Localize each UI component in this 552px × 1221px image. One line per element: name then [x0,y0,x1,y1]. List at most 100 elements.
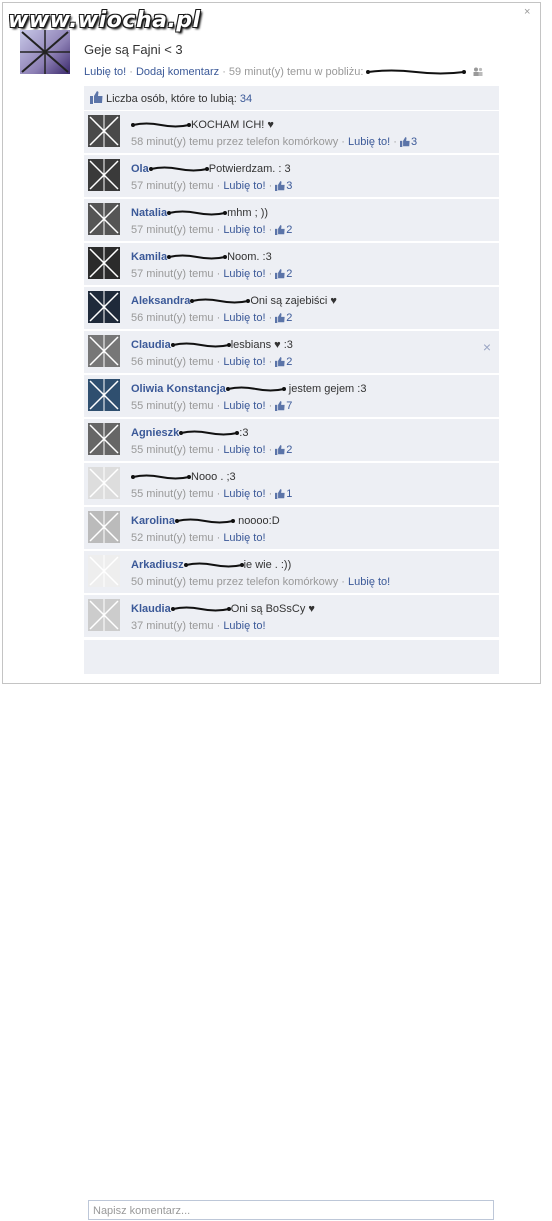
commenter-avatar[interactable] [88,115,120,147]
comment-like-link[interactable]: Lubię to! [223,312,265,324]
comment-author[interactable]: Kamila [131,251,167,263]
commenter-avatar[interactable] [88,555,120,587]
delete-comment-icon[interactable]: × [483,339,491,355]
commenter-avatar[interactable] [88,599,120,631]
comment-time: 37 minut(y) temu [131,620,214,632]
comment-row: Ola Potwierdzam. : 3 57 minut(y) temu · Lu… [84,155,499,198]
redaction-scribble [131,474,191,480]
comment-input-area: Napisz komentarz... [84,640,499,1220]
comment-row: Kamila Noom. :3 57 minut(y) temu · Lubię t… [84,243,499,286]
comment-author[interactable]: Oliwia Konstancja [131,383,226,395]
comment-text: noooo:D [235,515,280,527]
comment-like-count[interactable]: 7 [275,400,292,412]
like-thumb-icon [275,181,285,191]
comment-text: lesbians ♥ :3 [230,339,293,351]
comments-panel: Liczba osób, które to lubią: 34 KOCHAM I… [84,86,501,1220]
comment-row: Natalia mhm ; )) 57 minut(y) temu · Lubię … [84,199,499,242]
comment-time: 57 minut(y) temu [131,180,214,192]
comment-like-link[interactable]: Lubię to! [223,444,265,456]
comment-like-count[interactable]: 2 [275,268,292,280]
comment-like-count[interactable]: 2 [275,356,292,368]
redaction-scribble [225,386,286,392]
comment-text: Nooo . ;3 [191,471,236,483]
commenter-avatar[interactable] [88,247,120,279]
commenter-avatar[interactable] [88,467,120,499]
comment-like-count[interactable]: 2 [275,312,292,324]
comment-row: Claudia lesbians ♥ :3 56 minut(y) temu · L… [84,331,499,374]
redaction-scribble [190,298,251,304]
comment-like-link[interactable]: Lubię to! [223,532,265,544]
commenter-avatar[interactable] [88,203,120,235]
comment-author[interactable]: Claudia [131,339,171,351]
comment-like-link[interactable]: Lubię to! [223,488,265,500]
comment-like-count[interactable]: 3 [400,136,417,148]
comment-like-count[interactable]: 3 [275,180,292,192]
comment-text: Oni są zajebiści ♥ [250,295,337,307]
comment-time: 52 minut(y) temu [131,532,214,544]
commenter-avatar[interactable] [88,335,120,367]
comment-author[interactable]: Aleksandra [131,295,190,307]
comment-like-link[interactable]: Lubię to! [223,224,265,236]
comment-author[interactable]: Agnieszk [131,427,179,439]
comment-like-link[interactable]: Lubię to! [223,356,265,368]
commenter-avatar[interactable] [88,511,120,543]
comment-row: Agnieszk:3 55 minut(y) temu · Lubię to! ·… [84,419,499,462]
like-thumb-icon [275,313,285,323]
like-thumb-icon [90,91,103,104]
post-comment-link[interactable]: Dodaj komentarz [136,66,219,78]
comment-input[interactable]: Napisz komentarz... [88,1200,494,1220]
redaction-scribble [179,430,240,436]
comment-time: 58 minut(y) temu przez telefon komórkowy [131,136,339,148]
comment-author[interactable]: Karolina [131,515,175,527]
post-time: 59 minut(y) temu w pobliżu: [228,66,364,78]
comment-like-link[interactable]: Lubię to! [348,576,390,588]
comment-text: Noom. :3 [227,251,272,263]
comment-author[interactable]: Arkadiusz [131,559,184,571]
like-thumb-icon [275,357,285,367]
post-avatar[interactable] [20,30,70,74]
redaction-scribble [366,69,467,75]
comment-author[interactable]: Ola [131,163,149,175]
redaction-scribble [131,122,191,128]
likes-count[interactable]: 34 [240,93,252,105]
comment-row: Nooo . ;3 55 minut(y) temu · Lubię to! · … [84,463,499,506]
commenter-avatar[interactable] [88,423,120,455]
comment-row: Aleksandra Oni są zajebiści ♥ 56 minut(y) … [84,287,499,330]
likes-summary[interactable]: Liczba osób, które to lubią: 34 [84,86,499,111]
comment-like-link[interactable]: Lubię to! [223,620,265,632]
redaction-scribble [167,254,228,260]
post-text: Geje są Fajni < 3 [84,42,183,57]
like-thumb-icon [275,269,285,279]
comment-text: mhm ; )) [227,207,269,219]
comment-text: :3 [239,427,249,439]
comment-like-count[interactable]: 2 [275,224,292,236]
comment-row: KOCHAM ICH! ♥ 58 minut(y) temu przez tele… [84,111,499,154]
outer-close-icon[interactable]: × [524,6,530,18]
commenter-avatar[interactable] [88,379,120,411]
comment-row: Klaudia Oni są BoSsCy ♥ 37 minut(y) temu ·… [84,595,499,638]
comment-author[interactable]: Klaudia [131,603,171,615]
post-like-link[interactable]: Lubię to! [84,66,126,78]
comment-row: Arkadiusz ie wie . :)) 50 minut(y) temu pr… [84,551,499,594]
like-thumb-icon [275,225,285,235]
commenter-avatar[interactable] [88,159,120,191]
comment-text: Potwierdzam. : 3 [208,163,291,175]
commenter-avatar[interactable] [88,291,120,323]
comment-like-count[interactable]: 1 [275,488,292,500]
comment-like-link[interactable]: Lubię to! [223,400,265,412]
comment-row: Karolina noooo:D 52 minut(y) temu · Lubię… [84,507,499,550]
comment-like-link[interactable]: Lubię to! [223,180,265,192]
comment-author[interactable]: Natalia [131,207,167,219]
comment-text: Oni są BoSsCy ♥ [230,603,315,615]
redaction-scribble [183,562,244,568]
like-thumb-icon [275,445,285,455]
comment-time: 55 minut(y) temu [131,444,214,456]
redaction-scribble [148,166,209,172]
comment-like-link[interactable]: Lubię to! [223,268,265,280]
comment-like-link[interactable]: Lubię to! [348,136,390,148]
like-thumb-icon [275,401,285,411]
redaction-scribble [175,518,236,524]
comment-like-count[interactable]: 2 [275,444,292,456]
post-meta: Lubię to! · Dodaj komentarz · 59 minut(y… [84,66,483,78]
like-thumb-icon [400,137,410,147]
